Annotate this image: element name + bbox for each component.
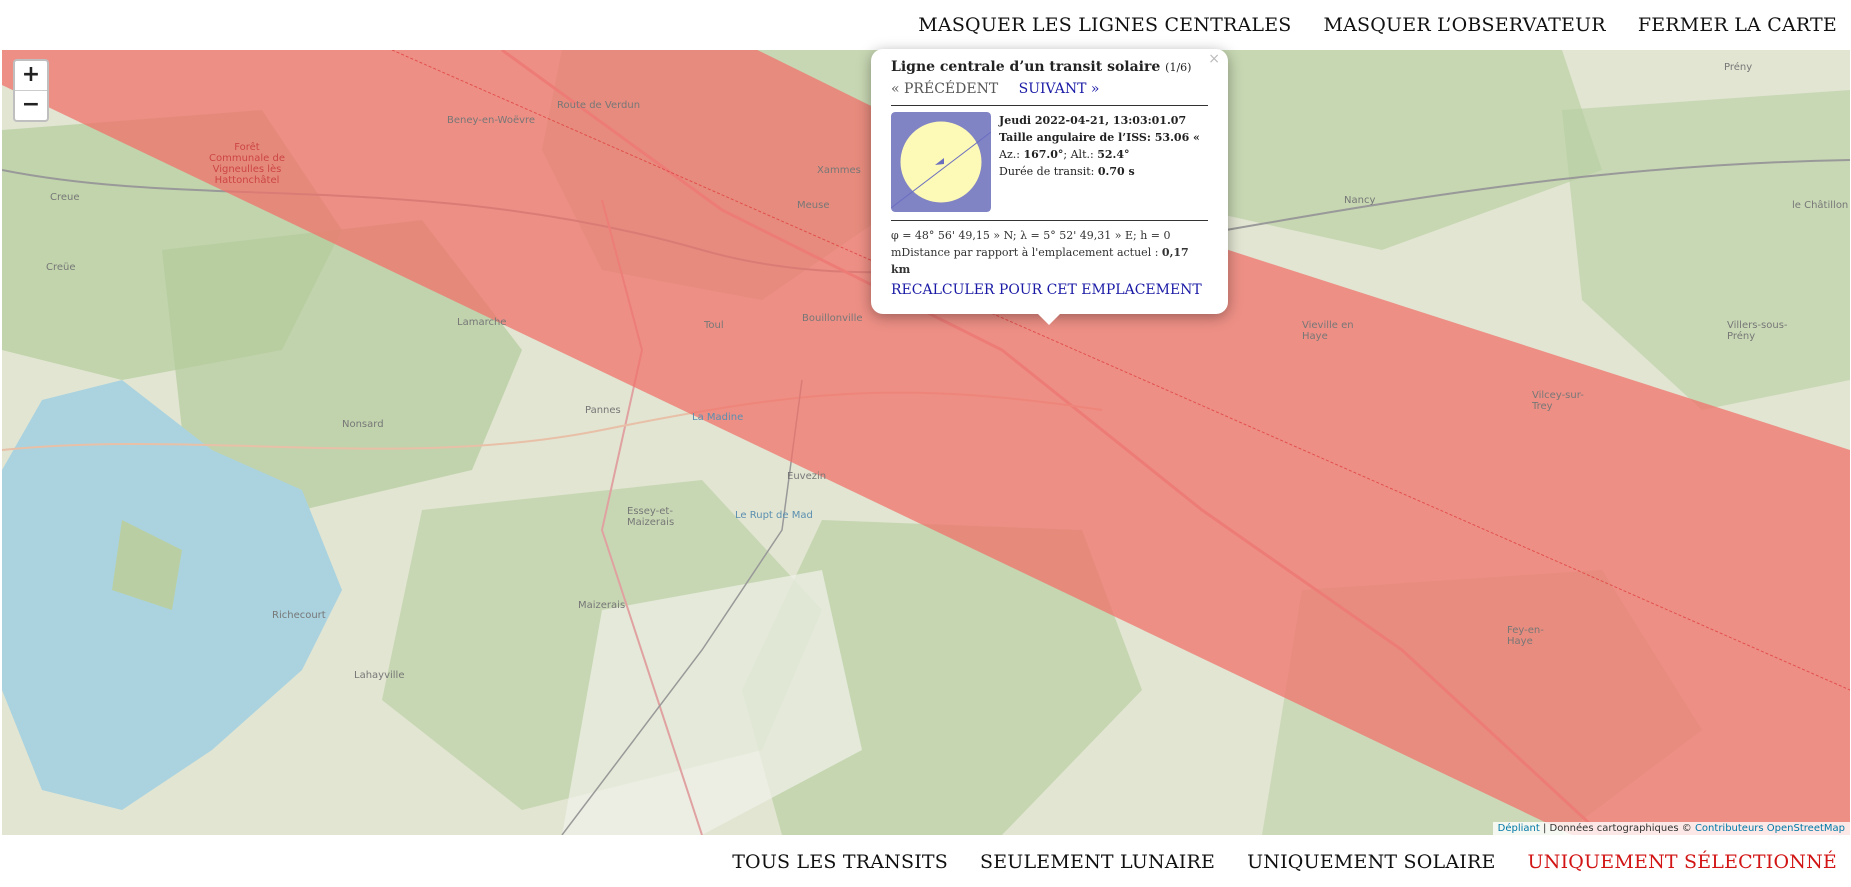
map-label: Villers-sous-Prény (1727, 320, 1788, 342)
map-attribution: Dépliant | Données cartographiques © Con… (1492, 822, 1850, 835)
coordinates-text: φ = 48° 56' 49,15 » N; λ = 5° 52' 49,31 … (891, 229, 1171, 259)
recalculate-button[interactable]: RECALCULER POUR CET EMPLACEMENT (891, 282, 1208, 298)
map-label: Pannes (585, 405, 621, 416)
angular-size-value: 53.06 « (1154, 131, 1200, 144)
transit-details: Jeudi 2022-04-21, 13:03:01.07 Taille ang… (999, 112, 1200, 212)
map-label: Toul (704, 320, 724, 331)
coordinates: φ = 48° 56' 49,15 » N; λ = 5° 52' 49,31 … (891, 227, 1208, 278)
map-label: Beney-en-Woëvre (447, 115, 536, 126)
attribution-text: | Données cartographiques © (1542, 823, 1692, 834)
top-nav: MASQUER LES LIGNES CENTRALES MASQUER L’O… (0, 0, 1851, 50)
filter-solar-link[interactable]: UNIQUEMENT SOLAIRE (1247, 851, 1495, 873)
zoom-out-button[interactable]: − (15, 90, 47, 120)
osm-link[interactable]: Contributeurs OpenStreetMap (1695, 823, 1845, 834)
filter-selected-link[interactable]: UNIQUEMENT SÉLECTIONNÉ (1528, 851, 1837, 873)
map-label: Xammes (817, 165, 861, 176)
filter-lunar-link[interactable]: SEULEMENT LUNAIRE (980, 851, 1215, 873)
divider (891, 220, 1208, 221)
duration-value: 0.70 s (1097, 165, 1135, 178)
alt-label: ; Alt.: (1063, 148, 1094, 161)
angular-size-label: Taille angulaire de l’ISS: (999, 131, 1151, 144)
map-label: Creue (50, 192, 80, 203)
filter-all-link[interactable]: TOUS LES TRANSITS (732, 851, 948, 873)
popup-title-text: Ligne centrale d’un transit solaire (891, 59, 1161, 75)
duration-label: Durée de transit: (999, 165, 1095, 178)
bottom-nav: TOUS LES TRANSITS SEULEMENT LUNAIRE UNIQ… (0, 836, 1851, 887)
map-label: le Châtillon (1792, 200, 1849, 211)
map-label: Richecourt (272, 610, 326, 621)
zoom-control: + − (13, 59, 49, 122)
map-label: Creüe (46, 262, 76, 273)
divider (891, 105, 1208, 106)
close-map-link[interactable]: FERMER LA CARTE (1638, 14, 1837, 36)
sun-transit-thumbnail-icon (891, 112, 991, 212)
popup-title: Ligne centrale d’un transit solaire (1/6… (891, 59, 1208, 75)
popup-nav: « PRÉCÉDENT SUIVANT » (891, 81, 1208, 97)
transit-info: Jeudi 2022-04-21, 13:03:01.07 Taille ang… (891, 112, 1208, 212)
map-label: Essey-et-Maizerais (627, 506, 675, 528)
hide-centerlines-link[interactable]: MASQUER LES LIGNES CENTRALES (918, 14, 1291, 36)
map-label: Bouillonville (802, 313, 863, 324)
az-value: 167.0° (1023, 148, 1064, 161)
transit-popup: × Ligne centrale d’un transit solaire (1… (871, 49, 1228, 314)
az-label: Az.: (999, 148, 1020, 161)
next-button[interactable]: SUIVANT » (1019, 81, 1100, 97)
map-label: Euvezin (787, 471, 827, 482)
transit-date: Jeudi 2022-04-21, 13:03:01.07 (999, 114, 1187, 127)
zoom-in-button[interactable]: + (15, 61, 47, 90)
map-label: Lahayville (354, 670, 405, 681)
map-label: Vieville en Haye (1302, 320, 1354, 342)
map-label: La Madine (692, 412, 744, 423)
map-label: Meuse (797, 200, 830, 211)
map-label: Forêt Communale de Vigneulles lès Hatton… (209, 142, 285, 186)
popup-close-icon[interactable]: × (1208, 51, 1220, 67)
map-label: Route de Verdun (557, 100, 641, 111)
map-label: Le Rupt de Mad (735, 510, 813, 521)
hide-observer-link[interactable]: MASQUER L’OBSERVATEUR (1323, 14, 1605, 36)
map-label: Nancy (1344, 195, 1376, 206)
map-label: Prény (1724, 62, 1753, 73)
popup-tip (1037, 313, 1061, 325)
map-label: Nonsard (342, 419, 384, 430)
leaflet-link[interactable]: Dépliant (1498, 823, 1540, 834)
map-label: Fey-en-Haye (1507, 625, 1544, 647)
map-label: Maizerais (578, 600, 626, 611)
popup-counter: (1/6) (1165, 61, 1192, 74)
map-label: Lamarche (457, 317, 507, 328)
map-label: Vilcey-sur-Trey (1532, 390, 1584, 412)
alt-value: 52.4° (1097, 148, 1130, 161)
previous-button[interactable]: « PRÉCÉDENT (891, 81, 998, 97)
